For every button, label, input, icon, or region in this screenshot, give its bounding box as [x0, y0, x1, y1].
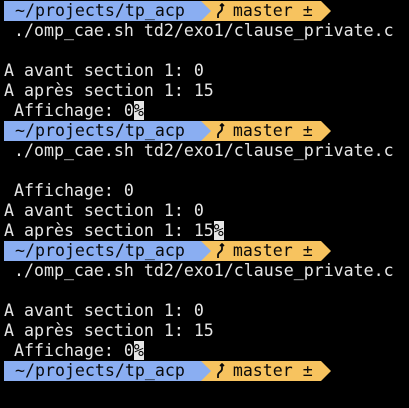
git-branch-icon	[216, 243, 225, 258]
output-line: Affichage: 0%	[0, 341, 409, 361]
prompt-branch-name: master ±	[232, 121, 313, 140]
command-line: ./omp_cae.sh td2/exo1/clause_private.c	[4, 141, 394, 160]
end-of-line-marker: %	[213, 221, 224, 240]
git-branch-icon	[216, 363, 225, 378]
prompt-path-segment: ~/projects/tp_acp	[4, 1, 201, 21]
prompt-git-segment: master ±	[210, 241, 321, 261]
command-line: ./omp_cae.sh td2/exo1/clause_private.c	[4, 21, 394, 40]
git-branch-icon	[216, 3, 225, 18]
powerline-separator-icon	[320, 121, 331, 141]
terminal-window[interactable]: ~/projects/tp_acp master ± ./omp_cae.sh …	[0, 0, 409, 408]
output-line: Affichage: 0	[4, 181, 134, 200]
prompt-branch-name: master ±	[232, 1, 313, 20]
output-text: A après section 1: 15	[4, 221, 214, 240]
output-line: Affichage: 0%	[0, 101, 409, 121]
shell-prompt: ~/projects/tp_acp master ±	[0, 241, 409, 261]
output-line: A après section 1: 15	[4, 321, 214, 340]
output-line: A avant section 1: 0	[4, 201, 204, 220]
output-text: Affichage: 0	[4, 341, 134, 360]
prompt-path-segment: ~/projects/tp_acp	[4, 121, 201, 141]
input-line[interactable]	[0, 381, 409, 401]
output-line: A avant section 1: 0	[4, 301, 204, 320]
shell-prompt: ~/projects/tp_acp master ±	[0, 121, 409, 141]
output-line: A après section 1: 15%	[0, 221, 409, 241]
prompt-git-segment: master ±	[210, 121, 321, 141]
shell-prompt: ~/projects/tp_acp master ±	[0, 1, 409, 21]
powerline-separator-icon	[320, 361, 331, 381]
shell-prompt: ~/projects/tp_acp master ±	[0, 361, 409, 381]
prompt-path-segment: ~/projects/tp_acp	[4, 241, 201, 261]
end-of-line-marker: %	[133, 101, 144, 120]
git-branch-icon	[216, 123, 225, 138]
command-line: ./omp_cae.sh td2/exo1/clause_private.c	[4, 261, 394, 280]
powerline-separator-icon	[320, 1, 331, 21]
prompt-branch-name: master ±	[232, 361, 313, 380]
prompt-path-segment: ~/projects/tp_acp	[4, 361, 201, 381]
powerline-separator-icon	[200, 1, 211, 21]
powerline-separator-icon	[200, 241, 211, 261]
prompt-git-segment: master ±	[210, 1, 321, 21]
output-line: A avant section 1: 0	[4, 61, 204, 80]
powerline-separator-icon	[200, 121, 211, 141]
end-of-line-marker: %	[133, 341, 144, 360]
prompt-branch-name: master ±	[232, 241, 313, 260]
output-text: Affichage: 0	[4, 101, 134, 120]
prompt-git-segment: master ±	[210, 361, 321, 381]
powerline-separator-icon	[200, 361, 211, 381]
output-line: A après section 1: 15	[4, 81, 214, 100]
powerline-separator-icon	[320, 241, 331, 261]
